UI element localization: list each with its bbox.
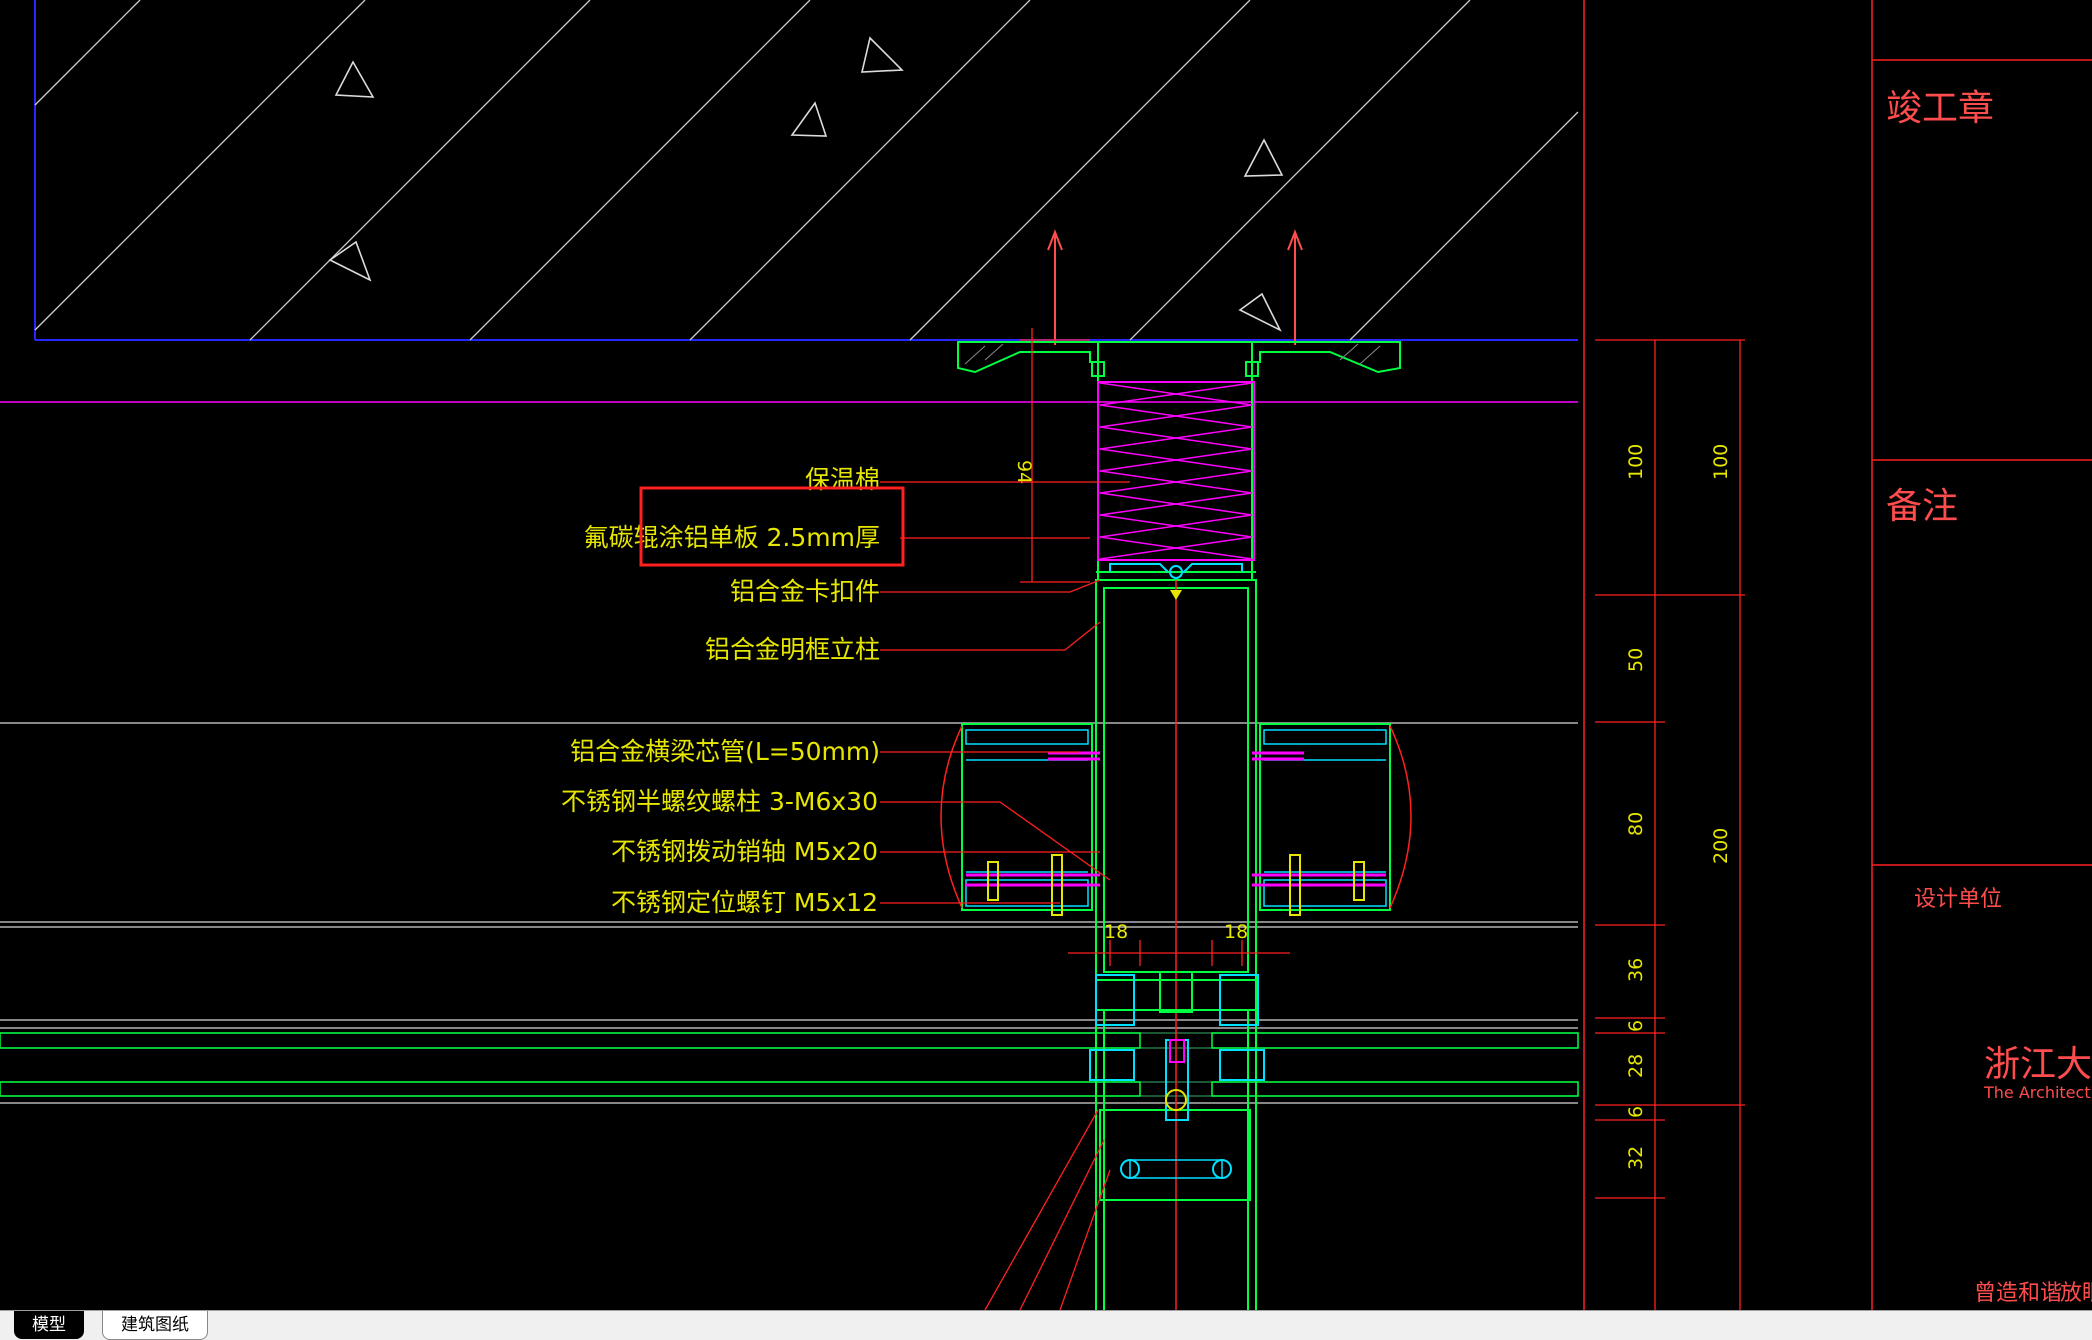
footer-a: 曾造和谐 xyxy=(1974,1281,2062,1306)
anchor-pins xyxy=(1047,229,1303,345)
dim-18-right: 18 xyxy=(1224,921,1248,943)
dim-l-6b: 6 xyxy=(1625,1106,1647,1118)
dim-r-200: 200 xyxy=(1710,828,1732,864)
bracket-hatch xyxy=(964,343,1381,365)
dim-l-32: 32 xyxy=(1625,1146,1647,1170)
aggregate-marks xyxy=(328,36,1284,332)
dim-l-100: 100 xyxy=(1625,444,1647,480)
label-pin: 不锈钢拨动销轴 M5x20 xyxy=(611,837,878,866)
company-cn: 浙江大 xyxy=(1984,1044,2092,1085)
tab-model[interactable]: 模型 xyxy=(14,1311,84,1339)
label-panel: 氟碳辊涂铝单板 2.5mm厚 xyxy=(584,523,880,552)
label-screw: 不锈钢定位螺钉 M5x12 xyxy=(611,888,878,917)
dim-chains xyxy=(1595,339,1745,1310)
dim-94 xyxy=(1020,328,1090,583)
label-clip: 铝合金卡扣件 xyxy=(730,577,880,606)
company-en: The Architectura xyxy=(1983,1083,2092,1102)
layout-tab-bar: 模型 建筑图纸 xyxy=(0,1310,2092,1340)
dim-l-28: 28 xyxy=(1625,1054,1647,1078)
glazing-section xyxy=(0,974,1579,1201)
footer-b: 放眼 xyxy=(2060,1281,2092,1306)
title-block-frame xyxy=(1583,0,2092,1310)
insulation-box xyxy=(1097,381,1255,561)
cad-model-space[interactable]: 94 18 18 100 50 80 36 6 28 6 32 100 200 xyxy=(0,0,2092,1310)
label-insulation: 保温棉 xyxy=(805,465,880,494)
label-transom-sleeve: 铝合金横梁芯管(L=50mm) xyxy=(570,737,880,766)
dim-18-left: 18 xyxy=(1104,921,1128,943)
label-bolt: 不锈钢半螺纹螺柱 3-M6x30 xyxy=(561,787,878,816)
stamp-title: 竣工章 xyxy=(1886,88,1994,129)
dim-l-80: 80 xyxy=(1625,812,1647,836)
transom-right xyxy=(1252,723,1412,916)
transom-left xyxy=(940,723,1100,916)
tab-architecture-sheet[interactable]: 建筑图纸 xyxy=(102,1311,208,1340)
dim-l-6a: 6 xyxy=(1625,1020,1647,1032)
dim-94-text: 94 xyxy=(1013,460,1035,484)
design-unit-title: 设计单位 xyxy=(1914,887,2002,912)
remarks-title: 备注 xyxy=(1886,486,1958,527)
concrete-wall xyxy=(34,0,1579,341)
label-mullion: 铝合金明框立柱 xyxy=(705,635,880,664)
detail-drawing: 94 18 18 100 50 80 36 6 28 6 32 100 200 xyxy=(0,0,2092,1310)
dim-l-50: 50 xyxy=(1625,648,1647,672)
dim-r-100: 100 xyxy=(1710,444,1732,480)
dim-l-36: 36 xyxy=(1625,958,1647,982)
